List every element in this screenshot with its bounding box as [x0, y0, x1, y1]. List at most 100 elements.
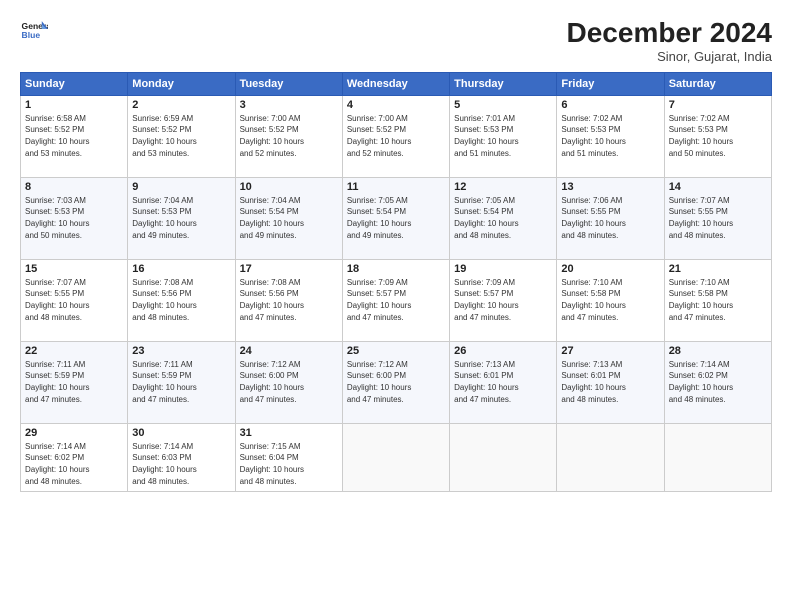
- cell-content: Sunrise: 7:00 AMSunset: 5:52 PMDaylight:…: [347, 113, 445, 159]
- cell-content: Sunrise: 7:04 AMSunset: 5:54 PMDaylight:…: [240, 195, 338, 241]
- logo: General Blue: [20, 18, 48, 46]
- table-row: 22 Sunrise: 7:11 AMSunset: 5:59 PMDayligh…: [21, 341, 128, 423]
- cell-content: Sunrise: 7:11 AMSunset: 5:59 PMDaylight:…: [25, 359, 123, 405]
- cell-content: Sunrise: 7:10 AMSunset: 5:58 PMDaylight:…: [669, 277, 767, 323]
- day-number: 9: [132, 181, 230, 193]
- calendar: Sunday Monday Tuesday Wednesday Thursday…: [20, 72, 772, 492]
- cell-content: Sunrise: 7:13 AMSunset: 6:01 PMDaylight:…: [561, 359, 659, 405]
- table-row: 20 Sunrise: 7:10 AMSunset: 5:58 PMDayligh…: [557, 259, 664, 341]
- day-number: 25: [347, 345, 445, 357]
- table-row: 10 Sunrise: 7:04 AMSunset: 5:54 PMDayligh…: [235, 177, 342, 259]
- table-row: 26 Sunrise: 7:13 AMSunset: 6:01 PMDayligh…: [450, 341, 557, 423]
- cell-content: Sunrise: 7:08 AMSunset: 5:56 PMDaylight:…: [240, 277, 338, 323]
- table-row: 21 Sunrise: 7:10 AMSunset: 5:58 PMDayligh…: [664, 259, 771, 341]
- cell-content: Sunrise: 7:10 AMSunset: 5:58 PMDaylight:…: [561, 277, 659, 323]
- table-row: 29 Sunrise: 7:14 AMSunset: 6:02 PMDayligh…: [21, 423, 128, 491]
- col-thursday: Thursday: [450, 72, 557, 95]
- cell-content: Sunrise: 7:00 AMSunset: 5:52 PMDaylight:…: [240, 113, 338, 159]
- cell-content: Sunrise: 7:01 AMSunset: 5:53 PMDaylight:…: [454, 113, 552, 159]
- table-row: 28Sunrise: 7:14 AMSunset: 6:02 PMDayligh…: [664, 341, 771, 423]
- day-number: 24: [240, 345, 338, 357]
- cell-content: Sunrise: 7:02 AMSunset: 5:53 PMDaylight:…: [561, 113, 659, 159]
- col-tuesday: Tuesday: [235, 72, 342, 95]
- cell-content: Sunrise: 7:13 AMSunset: 6:01 PMDaylight:…: [454, 359, 552, 405]
- day-number: 10: [240, 181, 338, 193]
- day-number: 3: [240, 99, 338, 111]
- table-row: 4 Sunrise: 7:00 AMSunset: 5:52 PMDaylight…: [342, 95, 449, 177]
- cell-content: Sunrise: 7:14 AMSunset: 6:02 PMDaylight:…: [25, 441, 123, 487]
- table-row: 24 Sunrise: 7:12 AMSunset: 6:00 PMDayligh…: [235, 341, 342, 423]
- cell-content: Sunrise: 7:14 AMSunset: 6:03 PMDaylight:…: [132, 441, 230, 487]
- day-number: 30: [132, 427, 230, 439]
- table-row: 19 Sunrise: 7:09 AMSunset: 5:57 PMDayligh…: [450, 259, 557, 341]
- day-number: 1: [25, 99, 123, 111]
- day-number: 14: [669, 181, 767, 193]
- col-saturday: Saturday: [664, 72, 771, 95]
- cell-content: Sunrise: 7:12 AMSunset: 6:00 PMDaylight:…: [347, 359, 445, 405]
- table-row: 9Sunrise: 7:04 AMSunset: 5:53 PMDaylight…: [128, 177, 235, 259]
- table-row: 11Sunrise: 7:05 AMSunset: 5:54 PMDayligh…: [342, 177, 449, 259]
- table-row: 31Sunrise: 7:15 AMSunset: 6:04 PMDayligh…: [235, 423, 342, 491]
- table-row: 12 Sunrise: 7:05 AMSunset: 5:54 PMDayligh…: [450, 177, 557, 259]
- cell-content: Sunrise: 7:12 AMSunset: 6:00 PMDaylight:…: [240, 359, 338, 405]
- table-row: 5 Sunrise: 7:01 AMSunset: 5:53 PMDaylight…: [450, 95, 557, 177]
- cell-content: Sunrise: 7:08 AMSunset: 5:56 PMDaylight:…: [132, 277, 230, 323]
- col-sunday: Sunday: [21, 72, 128, 95]
- day-number: 18: [347, 263, 445, 275]
- cell-content: Sunrise: 7:05 AMSunset: 5:54 PMDaylight:…: [347, 195, 445, 241]
- day-number: 16: [132, 263, 230, 275]
- cell-content: Sunrise: 7:07 AMSunset: 5:55 PMDaylight:…: [25, 277, 123, 323]
- day-number: 2: [132, 99, 230, 111]
- table-row: 2Sunrise: 6:59 AMSunset: 5:52 PMDaylight…: [128, 95, 235, 177]
- table-row: 25 Sunrise: 7:12 AMSunset: 6:00 PMDayligh…: [342, 341, 449, 423]
- day-number: 20: [561, 263, 659, 275]
- table-row: 17Sunrise: 7:08 AMSunset: 5:56 PMDayligh…: [235, 259, 342, 341]
- day-number: 19: [454, 263, 552, 275]
- table-row: 13 Sunrise: 7:06 AMSunset: 5:55 PMDayligh…: [557, 177, 664, 259]
- day-number: 8: [25, 181, 123, 193]
- logo-icon: General Blue: [20, 18, 48, 46]
- cell-content: Sunrise: 6:58 AMSunset: 5:52 PMDaylight:…: [25, 113, 123, 159]
- cell-content: Sunrise: 7:14 AMSunset: 6:02 PMDaylight:…: [669, 359, 767, 405]
- day-number: 5: [454, 99, 552, 111]
- day-number: 26: [454, 345, 552, 357]
- day-number: 27: [561, 345, 659, 357]
- cell-content: Sunrise: 7:09 AMSunset: 5:57 PMDaylight:…: [347, 277, 445, 323]
- location: Sinor, Gujarat, India: [567, 49, 772, 64]
- day-number: 12: [454, 181, 552, 193]
- header: General Blue December 2024 Sinor, Gujara…: [20, 18, 772, 64]
- table-row: [450, 423, 557, 491]
- day-number: 15: [25, 263, 123, 275]
- title-block: December 2024 Sinor, Gujarat, India: [567, 18, 772, 64]
- col-monday: Monday: [128, 72, 235, 95]
- day-number: 29: [25, 427, 123, 439]
- cell-content: Sunrise: 7:02 AMSunset: 5:53 PMDaylight:…: [669, 113, 767, 159]
- page: General Blue December 2024 Sinor, Gujara…: [0, 0, 792, 612]
- day-number: 23: [132, 345, 230, 357]
- month-title: December 2024: [567, 18, 772, 49]
- table-row: 1 Sunrise: 6:58 AMSunset: 5:52 PMDaylight…: [21, 95, 128, 177]
- table-row: [342, 423, 449, 491]
- cell-content: Sunrise: 7:15 AMSunset: 6:04 PMDaylight:…: [240, 441, 338, 487]
- day-number: 21: [669, 263, 767, 275]
- table-row: [664, 423, 771, 491]
- table-row: 18 Sunrise: 7:09 AMSunset: 5:57 PMDayligh…: [342, 259, 449, 341]
- table-row: 3 Sunrise: 7:00 AMSunset: 5:52 PMDaylight…: [235, 95, 342, 177]
- col-wednesday: Wednesday: [342, 72, 449, 95]
- table-row: 23Sunrise: 7:11 AMSunset: 5:59 PMDayligh…: [128, 341, 235, 423]
- table-row: 8 Sunrise: 7:03 AMSunset: 5:53 PMDaylight…: [21, 177, 128, 259]
- table-row: 27 Sunrise: 7:13 AMSunset: 6:01 PMDayligh…: [557, 341, 664, 423]
- col-friday: Friday: [557, 72, 664, 95]
- table-row: 16 Sunrise: 7:08 AMSunset: 5:56 PMDayligh…: [128, 259, 235, 341]
- table-row: 30 Sunrise: 7:14 AMSunset: 6:03 PMDayligh…: [128, 423, 235, 491]
- cell-content: Sunrise: 7:05 AMSunset: 5:54 PMDaylight:…: [454, 195, 552, 241]
- day-number: 7: [669, 99, 767, 111]
- cell-content: Sunrise: 7:09 AMSunset: 5:57 PMDaylight:…: [454, 277, 552, 323]
- day-number: 4: [347, 99, 445, 111]
- cell-content: Sunrise: 7:06 AMSunset: 5:55 PMDaylight:…: [561, 195, 659, 241]
- day-number: 6: [561, 99, 659, 111]
- cell-content: Sunrise: 7:03 AMSunset: 5:53 PMDaylight:…: [25, 195, 123, 241]
- header-row: Sunday Monday Tuesday Wednesday Thursday…: [21, 72, 772, 95]
- day-number: 13: [561, 181, 659, 193]
- day-number: 22: [25, 345, 123, 357]
